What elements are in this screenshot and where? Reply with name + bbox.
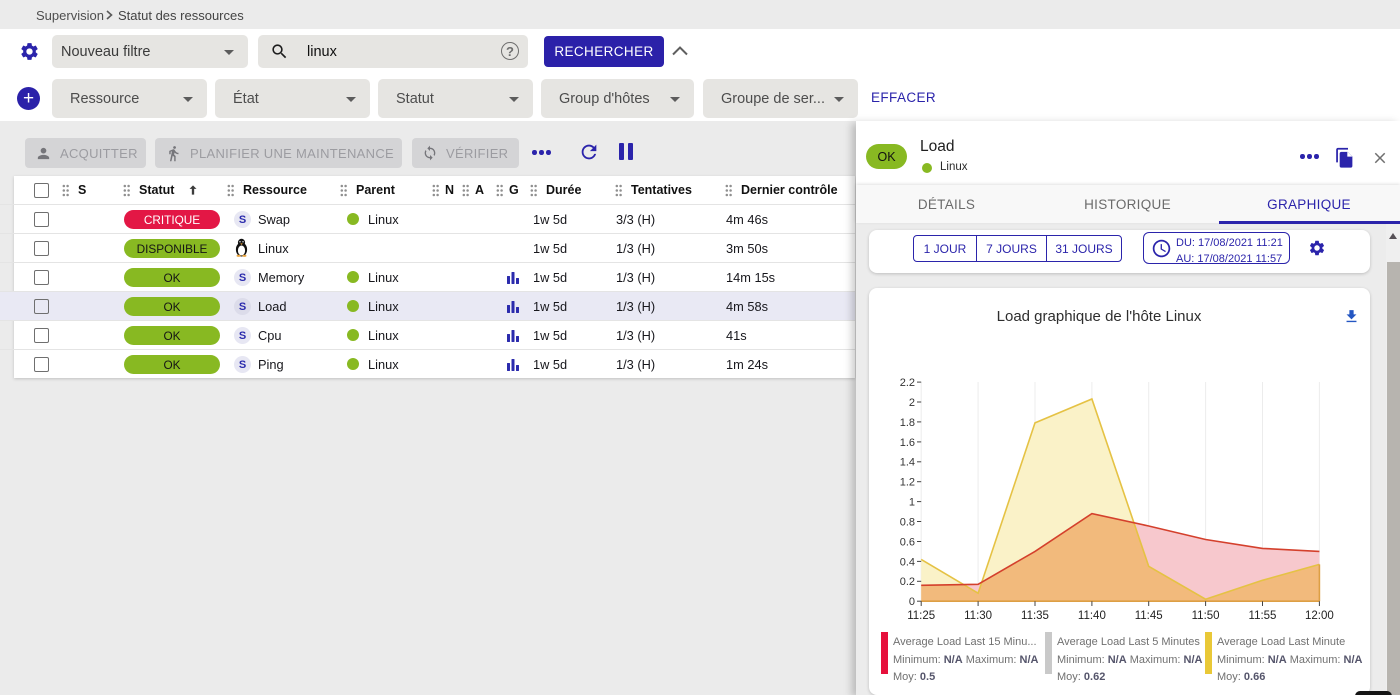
svg-text:12:00: 12:00	[1305, 610, 1334, 622]
svg-text:11:25: 11:25	[907, 610, 935, 622]
svg-text:1.2: 1.2	[900, 477, 915, 489]
svg-text:0.2: 0.2	[900, 576, 915, 588]
svg-text:1.6: 1.6	[900, 437, 915, 449]
svg-text:1.4: 1.4	[900, 457, 915, 469]
svg-text:1.8: 1.8	[900, 417, 915, 429]
svg-text:11:55: 11:55	[1249, 610, 1277, 622]
svg-text:0.6: 0.6	[900, 536, 915, 548]
svg-text:11:30: 11:30	[964, 610, 992, 622]
svg-text:0: 0	[909, 596, 915, 608]
svg-text:11:50: 11:50	[1192, 610, 1220, 622]
svg-text:0.4: 0.4	[900, 556, 915, 568]
svg-text:2: 2	[909, 397, 915, 409]
svg-text:2.2: 2.2	[900, 377, 915, 389]
svg-text:11:45: 11:45	[1135, 610, 1163, 622]
svg-text:0.8: 0.8	[900, 516, 915, 528]
svg-text:11:35: 11:35	[1021, 610, 1049, 622]
svg-text:11:40: 11:40	[1078, 610, 1106, 622]
svg-text:1: 1	[909, 497, 915, 509]
